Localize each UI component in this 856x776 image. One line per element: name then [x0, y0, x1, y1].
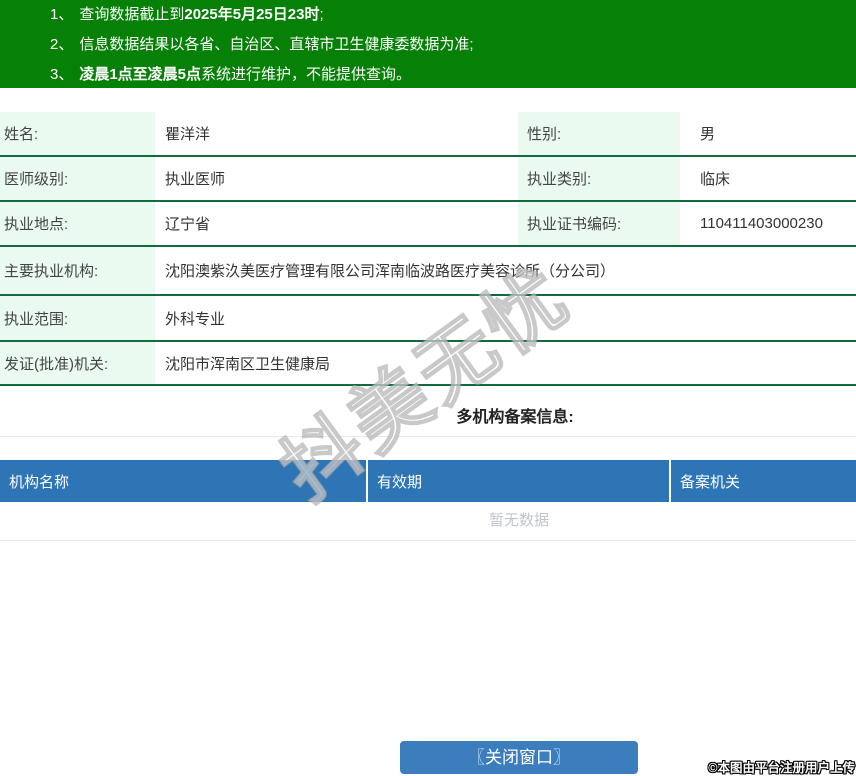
certificate-number-label: 执业证书编码: [518, 202, 680, 245]
table-row: 医师级别: 执业医师 执业类别: 临床 [0, 157, 856, 202]
notice-text-bold: 2025年5月25日23时 [184, 6, 320, 23]
empty-data-row: 暂无数据 [0, 502, 856, 541]
notice-text-bold: 凌晨1点至凌晨5点 [79, 66, 202, 83]
main-institution-label: 主要执业机构: [0, 247, 155, 294]
doctor-info-table: 姓名: 瞿洋洋 性别: 男 医师级别: 执业医师 执业类别: 临床 执业地点: … [0, 112, 856, 386]
query-result-page: 1、 查询数据截止到2025年5月25日23时; 2、 信息数据结果以各省、自治区、… [0, 0, 856, 776]
practice-location-value: 辽宁省 [165, 216, 211, 233]
practice-category-label: 执业类别: [518, 157, 680, 200]
issuing-authority-value: 沈阳市浑南区卫生健康局 [165, 355, 331, 373]
notice-line-3: 3、 凌晨1点至凌晨5点系统进行维护，不能提供查询。 [0, 60, 856, 90]
practice-scope-value: 外科专业 [165, 310, 226, 328]
table-row: 发证(批准)机关: 沈阳市浑南区卫生健康局 [0, 342, 856, 386]
notice-number: 1、 [50, 6, 74, 23]
filing-table-header: 机构名称 有效期 备案机关 [0, 460, 856, 502]
column-header-institution-name: 机构名称 [0, 460, 368, 502]
issuing-authority-label: 发证(批准)机关: [0, 342, 155, 384]
doctor-level-label: 医师级别: [0, 157, 155, 200]
gender-label: 性别: [518, 112, 680, 155]
image-attribution-text: ©本图由平台注册用户上传 [708, 761, 855, 775]
notice-text: ; [319, 6, 324, 23]
notice-number: 2、 [50, 36, 74, 53]
notice-text: 系统进行维护，不能提供查询。 [201, 66, 412, 83]
notice-line-1: 1、 查询数据截止到2025年5月25日23时; [0, 0, 856, 30]
table-row: 执业地点: 辽宁省 执业证书编码: 110411403000230 [0, 202, 856, 247]
gender-value: 男 [700, 126, 716, 143]
name-label: 姓名: [0, 112, 155, 155]
notice-banner: 1、 查询数据截止到2025年5月25日23时; 2、 信息数据结果以各省、自治区、… [0, 0, 856, 88]
table-row: 主要执业机构: 沈阳澳紫汣美医疗管理有限公司浑南临波路医疗美容诊所（分公司） [0, 247, 856, 296]
empty-data-text: 暂无数据 [488, 512, 549, 529]
certificate-number-value: 110411403000230 [700, 215, 823, 232]
notice-text: 信息数据结果以各省、自治区、直辖市卫生健康委数据为准; [79, 36, 474, 53]
close-window-button[interactable]: 〖关闭窗口〗 [400, 741, 638, 774]
notice-text: 查询数据截止到 [79, 6, 185, 23]
practice-location-label: 执业地点: [0, 202, 155, 245]
practice-category-value: 临床 [700, 171, 731, 188]
filing-section-title: 多机构备案信息: [456, 409, 574, 426]
name-value: 瞿洋洋 [165, 126, 211, 143]
column-header-validity-period: 有效期 [368, 460, 671, 502]
notice-number: 3、 [50, 66, 74, 83]
filing-section-heading-row: 多机构备案信息: [0, 386, 856, 437]
main-institution-value: 沈阳澳紫汣美医疗管理有限公司浑南临波路医疗美容诊所（分公司） [165, 263, 616, 280]
table-row: 执业范围: 外科专业 [0, 296, 856, 342]
notice-line-2: 2、 信息数据结果以各省、自治区、直辖市卫生健康委数据为准; [0, 30, 856, 60]
column-header-filing-authority: 备案机关 [680, 473, 741, 491]
table-row: 姓名: 瞿洋洋 性别: 男 [0, 112, 856, 157]
practice-scope-label: 执业范围: [0, 296, 155, 340]
doctor-level-value: 执业医师 [165, 171, 226, 188]
